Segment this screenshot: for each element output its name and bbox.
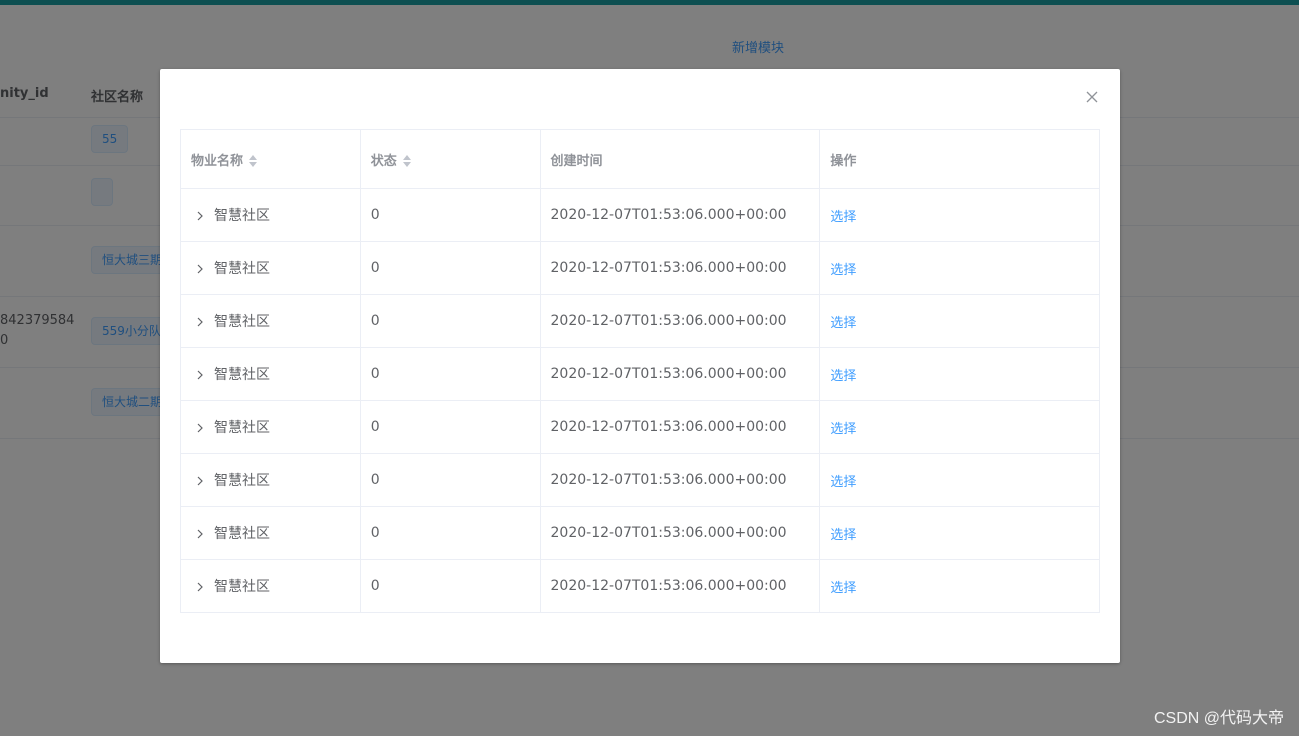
cell-name: 智慧社区	[180, 400, 361, 454]
select-link[interactable]: 选择	[830, 475, 856, 490]
cell-action: 选择	[819, 506, 1100, 560]
close-button[interactable]	[1084, 89, 1100, 105]
property-name: 智慧社区	[214, 261, 270, 277]
cell-name: 智慧社区	[180, 347, 361, 401]
cell-status: 0	[360, 188, 541, 242]
property-name: 智慧社区	[214, 314, 270, 330]
table-row: 智慧社区 0 2020-12-07T01:53:06.000+00:00 选择	[180, 188, 1100, 242]
cell-action: 选择	[819, 400, 1100, 454]
property-name: 智慧社区	[214, 473, 270, 489]
close-icon	[1086, 91, 1098, 103]
expand-chevron-icon[interactable]	[195, 529, 209, 539]
sort-caret-icon[interactable]	[402, 154, 411, 168]
cell-created: 2020-12-07T01:53:06.000+00:00	[540, 400, 821, 454]
cell-name: 智慧社区	[180, 241, 361, 295]
sort-caret-icon[interactable]	[249, 154, 258, 168]
cell-name: 智慧社区	[180, 188, 361, 242]
select-link[interactable]: 选择	[830, 316, 856, 331]
expand-chevron-icon[interactable]	[195, 476, 209, 486]
column-header-created: 创建时间	[540, 129, 821, 189]
cell-created: 2020-12-07T01:53:06.000+00:00	[540, 188, 821, 242]
cell-created: 2020-12-07T01:53:06.000+00:00	[540, 347, 821, 401]
table-row: 智慧社区 0 2020-12-07T01:53:06.000+00:00 选择	[180, 241, 1100, 295]
cell-name: 智慧社区	[180, 506, 361, 560]
cell-status: 0	[360, 294, 541, 348]
table-row: 智慧社区 0 2020-12-07T01:53:06.000+00:00 选择	[180, 294, 1100, 348]
cell-status: 0	[360, 453, 541, 507]
cell-created: 2020-12-07T01:53:06.000+00:00	[540, 294, 821, 348]
select-link[interactable]: 选择	[830, 422, 856, 437]
cell-created: 2020-12-07T01:53:06.000+00:00	[540, 241, 821, 295]
cell-status: 0	[360, 506, 541, 560]
property-name: 智慧社区	[214, 367, 270, 383]
cell-status: 0	[360, 241, 541, 295]
cell-name: 智慧社区	[180, 559, 361, 613]
table-row: 智慧社区 0 2020-12-07T01:53:06.000+00:00 选择	[180, 400, 1100, 454]
watermark: CSDN @代码大帝	[1153, 710, 1284, 727]
cell-action: 选择	[819, 347, 1100, 401]
expand-chevron-icon[interactable]	[195, 211, 209, 221]
expand-chevron-icon[interactable]	[195, 370, 209, 380]
expand-chevron-icon[interactable]	[195, 317, 209, 327]
cell-status: 0	[360, 559, 541, 613]
expand-chevron-icon[interactable]	[195, 423, 209, 433]
table-row: 智慧社区 0 2020-12-07T01:53:06.000+00:00 选择	[180, 347, 1100, 401]
cell-action: 选择	[819, 241, 1100, 295]
property-name: 智慧社区	[214, 526, 270, 542]
property-name: 智慧社区	[214, 579, 270, 595]
select-link[interactable]: 选择	[830, 210, 856, 225]
expand-chevron-icon[interactable]	[195, 582, 209, 592]
select-link[interactable]: 选择	[830, 528, 856, 543]
cell-created: 2020-12-07T01:53:06.000+00:00	[540, 453, 821, 507]
column-header-action: 操作	[819, 129, 1100, 189]
cell-action: 选择	[819, 453, 1100, 507]
cell-action: 选择	[819, 559, 1100, 613]
property-select-dialog: 物业名称 状态 创建时间 操作 智慧社区 0 2020-12-07T01:53:06…	[160, 69, 1120, 663]
cell-action: 选择	[819, 188, 1100, 242]
cell-status: 0	[360, 347, 541, 401]
property-name: 智慧社区	[214, 420, 270, 436]
expand-chevron-icon[interactable]	[195, 264, 209, 274]
select-link[interactable]: 选择	[830, 581, 856, 596]
property-table: 物业名称 状态 创建时间 操作 智慧社区 0 2020-12-07T01:53:06…	[180, 129, 1100, 613]
cell-created: 2020-12-07T01:53:06.000+00:00	[540, 559, 821, 613]
column-header-label: 状态	[370, 153, 397, 169]
cell-created: 2020-12-07T01:53:06.000+00:00	[540, 506, 821, 560]
select-link[interactable]: 选择	[830, 263, 856, 278]
table-row: 智慧社区 0 2020-12-07T01:53:06.000+00:00 选择	[180, 559, 1100, 613]
table-row: 智慧社区 0 2020-12-07T01:53:06.000+00:00 选择	[180, 453, 1100, 507]
cell-name: 智慧社区	[180, 453, 361, 507]
cell-action: 选择	[819, 294, 1100, 348]
property-name: 智慧社区	[214, 208, 270, 224]
column-header-status[interactable]: 状态	[360, 129, 541, 189]
select-link[interactable]: 选择	[830, 369, 856, 384]
cell-status: 0	[360, 400, 541, 454]
column-header-label: 物业名称	[191, 153, 244, 169]
table-header-row: 物业名称 状态 创建时间 操作	[180, 129, 1100, 189]
column-header-name[interactable]: 物业名称	[180, 129, 361, 189]
cell-name: 智慧社区	[180, 294, 361, 348]
table-row: 智慧社区 0 2020-12-07T01:53:06.000+00:00 选择	[180, 506, 1100, 560]
